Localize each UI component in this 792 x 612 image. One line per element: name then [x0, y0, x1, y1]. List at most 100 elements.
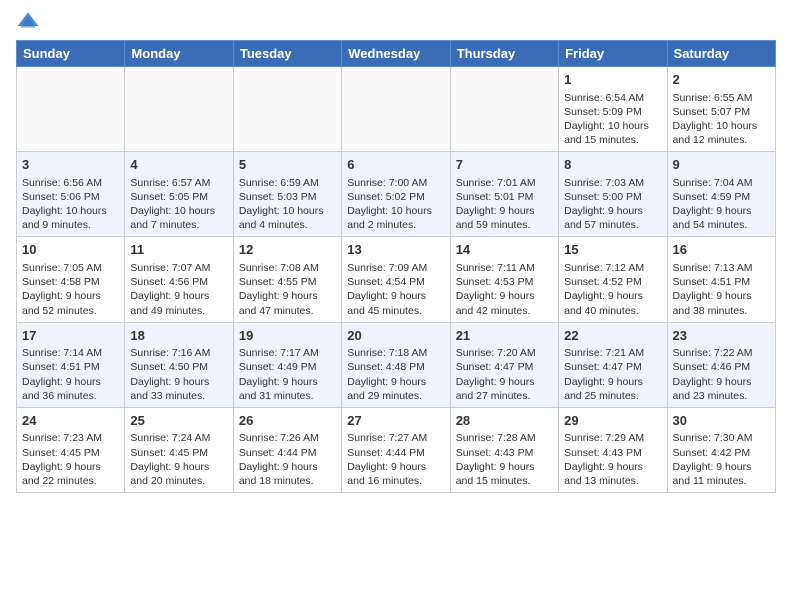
calendar-cell: 28Sunrise: 7:28 AMSunset: 4:43 PMDayligh…: [450, 407, 558, 492]
day-info-line: Sunrise: 7:03 AM: [564, 176, 661, 190]
calendar-cell: 8Sunrise: 7:03 AMSunset: 5:00 PMDaylight…: [559, 152, 667, 237]
col-monday: Monday: [125, 41, 233, 67]
day-number: 21: [456, 327, 553, 345]
day-info-line: Sunrise: 7:11 AM: [456, 261, 553, 275]
day-info-line: Sunrise: 7:22 AM: [673, 346, 770, 360]
day-info-line: Sunset: 4:49 PM: [239, 360, 336, 374]
day-info-line: Sunrise: 7:16 AM: [130, 346, 227, 360]
day-info-line: Sunrise: 7:20 AM: [456, 346, 553, 360]
day-info-line: Sunset: 4:44 PM: [347, 446, 444, 460]
calendar-cell: 18Sunrise: 7:16 AMSunset: 4:50 PMDayligh…: [125, 322, 233, 407]
day-info-line: Daylight: 9 hours and 13 minutes.: [564, 460, 661, 488]
day-info-line: Sunset: 4:45 PM: [22, 446, 119, 460]
day-number: 25: [130, 412, 227, 430]
day-info-line: Daylight: 10 hours and 12 minutes.: [673, 119, 770, 147]
day-info-line: Daylight: 9 hours and 40 minutes.: [564, 289, 661, 317]
day-info-line: Sunset: 5:03 PM: [239, 190, 336, 204]
day-info-line: Sunrise: 7:05 AM: [22, 261, 119, 275]
day-info-line: Daylight: 9 hours and 25 minutes.: [564, 375, 661, 403]
day-info-line: Sunset: 4:47 PM: [456, 360, 553, 374]
day-info-line: Sunset: 4:52 PM: [564, 275, 661, 289]
day-number: 2: [673, 71, 770, 89]
day-info-line: Sunset: 4:44 PM: [239, 446, 336, 460]
day-info-line: Sunrise: 7:04 AM: [673, 176, 770, 190]
day-info-line: Sunrise: 7:14 AM: [22, 346, 119, 360]
day-info-line: Sunset: 4:46 PM: [673, 360, 770, 374]
day-info-line: Sunrise: 6:59 AM: [239, 176, 336, 190]
day-info-line: Sunrise: 6:56 AM: [22, 176, 119, 190]
day-number: 13: [347, 241, 444, 259]
day-info-line: Sunrise: 7:12 AM: [564, 261, 661, 275]
calendar-cell: 29Sunrise: 7:29 AMSunset: 4:43 PMDayligh…: [559, 407, 667, 492]
day-number: 3: [22, 156, 119, 174]
day-number: 4: [130, 156, 227, 174]
day-info-line: Sunset: 4:51 PM: [673, 275, 770, 289]
day-info-line: Sunset: 4:55 PM: [239, 275, 336, 289]
calendar-cell: 17Sunrise: 7:14 AMSunset: 4:51 PMDayligh…: [17, 322, 125, 407]
col-thursday: Thursday: [450, 41, 558, 67]
day-info-line: Sunset: 4:53 PM: [456, 275, 553, 289]
day-info-line: Sunset: 4:47 PM: [564, 360, 661, 374]
day-number: 7: [456, 156, 553, 174]
day-number: 29: [564, 412, 661, 430]
calendar-cell: 27Sunrise: 7:27 AMSunset: 4:44 PMDayligh…: [342, 407, 450, 492]
day-info-line: Sunrise: 7:00 AM: [347, 176, 444, 190]
day-number: 9: [673, 156, 770, 174]
calendar-cell: 2Sunrise: 6:55 AMSunset: 5:07 PMDaylight…: [667, 67, 775, 152]
day-info-line: Daylight: 9 hours and 52 minutes.: [22, 289, 119, 317]
calendar-cell: 15 Sunrise: 7:12 AMSunset: 4:52 PMDayligh…: [559, 237, 667, 322]
day-info-line: Sunrise: 7:28 AM: [456, 431, 553, 445]
day-info-line: Sunset: 5:07 PM: [673, 105, 770, 119]
day-number: 12: [239, 241, 336, 259]
calendar-cell: 7Sunrise: 7:01 AMSunset: 5:01 PMDaylight…: [450, 152, 558, 237]
day-info-line: Sunrise: 7:27 AM: [347, 431, 444, 445]
col-wednesday: Wednesday: [342, 41, 450, 67]
day-info-line: Daylight: 9 hours and 29 minutes.: [347, 375, 444, 403]
day-number: 26: [239, 412, 336, 430]
day-number: 27: [347, 412, 444, 430]
day-info-line: Sunrise: 7:18 AM: [347, 346, 444, 360]
page-header: [0, 0, 792, 40]
day-info-line: Sunset: 4:43 PM: [456, 446, 553, 460]
col-tuesday: Tuesday: [233, 41, 341, 67]
col-friday: Friday: [559, 41, 667, 67]
calendar-cell: 16Sunrise: 7:13 AMSunset: 4:51 PMDayligh…: [667, 237, 775, 322]
col-sunday: Sunday: [17, 41, 125, 67]
day-info-line: Daylight: 9 hours and 36 minutes.: [22, 375, 119, 403]
calendar-week-row: 17Sunrise: 7:14 AMSunset: 4:51 PMDayligh…: [17, 322, 776, 407]
day-info-line: Daylight: 9 hours and 59 minutes.: [456, 204, 553, 232]
calendar-cell: 14Sunrise: 7:11 AMSunset: 4:53 PMDayligh…: [450, 237, 558, 322]
day-info-line: Daylight: 9 hours and 42 minutes.: [456, 289, 553, 317]
calendar-cell: 20Sunrise: 7:18 AMSunset: 4:48 PMDayligh…: [342, 322, 450, 407]
calendar-cell: 4Sunrise: 6:57 AMSunset: 5:05 PMDaylight…: [125, 152, 233, 237]
calendar-cell: 10Sunrise: 7:05 AMSunset: 4:58 PMDayligh…: [17, 237, 125, 322]
calendar-cell: 19Sunrise: 7:17 AMSunset: 4:49 PMDayligh…: [233, 322, 341, 407]
logo: [16, 10, 44, 34]
day-info-line: Daylight: 10 hours and 9 minutes.: [22, 204, 119, 232]
day-info-line: Sunrise: 7:24 AM: [130, 431, 227, 445]
day-info-line: Sunset: 5:06 PM: [22, 190, 119, 204]
calendar-cell: 26Sunrise: 7:26 AMSunset: 4:44 PMDayligh…: [233, 407, 341, 492]
day-number: 18: [130, 327, 227, 345]
day-number: 6: [347, 156, 444, 174]
day-info-line: Sunset: 4:48 PM: [347, 360, 444, 374]
calendar-cell: 12Sunrise: 7:08 AMSunset: 4:55 PMDayligh…: [233, 237, 341, 322]
day-info-line: Daylight: 9 hours and 11 minutes.: [673, 460, 770, 488]
calendar-week-row: 1Sunrise: 6:54 AMSunset: 5:09 PMDaylight…: [17, 67, 776, 152]
day-number: 16: [673, 241, 770, 259]
calendar-cell: 25Sunrise: 7:24 AMSunset: 4:45 PMDayligh…: [125, 407, 233, 492]
day-info-line: Sunrise: 7:21 AM: [564, 346, 661, 360]
calendar-cell: 30Sunrise: 7:30 AMSunset: 4:42 PMDayligh…: [667, 407, 775, 492]
calendar-cell: 3 Sunrise: 6:56 AMSunset: 5:06 PMDaylight…: [17, 152, 125, 237]
day-number: 15: [564, 241, 661, 259]
calendar-week-row: 24Sunrise: 7:23 AMSunset: 4:45 PMDayligh…: [17, 407, 776, 492]
day-info-line: Sunrise: 7:29 AM: [564, 431, 661, 445]
day-info-line: Sunrise: 7:08 AM: [239, 261, 336, 275]
day-info-line: Sunrise: 7:09 AM: [347, 261, 444, 275]
day-info-line: Sunset: 5:01 PM: [456, 190, 553, 204]
calendar-cell: 1Sunrise: 6:54 AMSunset: 5:09 PMDaylight…: [559, 67, 667, 152]
calendar-week-row: 3Sunrise: 6:56 AMSunset: 5:06 PMDaylight…: [17, 152, 776, 237]
day-info-line: Daylight: 10 hours and 2 minutes.: [347, 204, 444, 232]
day-info-line: Sunrise: 7:30 AM: [673, 431, 770, 445]
calendar-cell: [125, 67, 233, 152]
